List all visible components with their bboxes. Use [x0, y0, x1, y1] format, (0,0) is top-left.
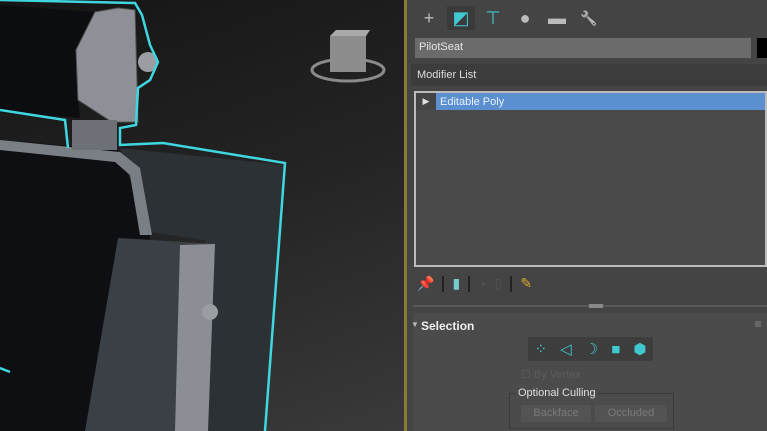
by-vertex-checkbox[interactable]: ☐ By Vertex — [521, 368, 581, 381]
vertex-icon[interactable]: ⁘ — [535, 340, 548, 358]
make-unique-icon[interactable]: ◔ — [478, 276, 486, 292]
command-panel-tabs: + ◩ ⊤ ● ▬ 🔧 — [415, 6, 603, 32]
show-end-result-icon[interactable]: ▮ — [452, 275, 460, 292]
hierarchy-icon: ⊤ — [485, 7, 501, 28]
modifier-stack[interactable]: ▶ Editable Poly — [414, 91, 767, 267]
seat-model[interactable] — [0, 0, 405, 431]
rollout-title[interactable]: Selection — [421, 319, 474, 333]
headrest-post — [72, 120, 117, 150]
tab-modify[interactable]: ◩ — [447, 6, 475, 30]
separator — [442, 275, 445, 292]
separator — [468, 275, 471, 292]
separator — [510, 275, 513, 292]
display-icon: ▬ — [548, 7, 566, 28]
by-vertex-label: By Vertex — [533, 369, 581, 381]
plus-icon: + — [423, 7, 435, 28]
backface-button[interactable]: Backface — [521, 405, 591, 422]
configure-modifier-sets-icon[interactable]: ✎ — [520, 275, 532, 292]
pin-stack-icon[interactable]: 📌 — [417, 275, 434, 292]
viewcube-icon[interactable] — [310, 30, 386, 83]
modify-icon: ◩ — [452, 7, 470, 28]
stack-toolbar: 📌 ▮ ◔ ▯ ✎ — [417, 275, 532, 292]
motion-icon: ● — [519, 7, 531, 28]
occluded-button[interactable]: Occluded — [595, 405, 667, 422]
tab-motion[interactable]: ● — [511, 6, 539, 30]
collapse-triangle-icon[interactable]: ▼ — [411, 320, 419, 329]
edge-icon[interactable]: ◁ — [560, 340, 572, 358]
object-color-swatch[interactable] — [757, 38, 767, 58]
stack-item-editable-poly[interactable]: ▶ Editable Poly — [416, 93, 765, 110]
armrest-bolt — [202, 304, 218, 320]
armrest-side — [175, 244, 215, 431]
tab-display[interactable]: ▬ — [543, 6, 571, 30]
remove-modifier-icon[interactable]: ▯ — [495, 275, 503, 292]
viewport[interactable] — [0, 0, 405, 431]
subobject-toolbar: ⁘ ◁ ☽ ■ ⬢ — [528, 337, 653, 361]
tab-create[interactable]: + — [415, 6, 443, 30]
resize-grip[interactable] — [589, 304, 603, 308]
command-panel: + ◩ ⊤ ● ▬ 🔧 PilotSeat Modifier List ▶ Ed… — [407, 0, 767, 431]
stack-item-label: Editable Poly — [440, 95, 505, 108]
tab-hierarchy[interactable]: ⊤ — [479, 6, 507, 30]
optional-culling-label: Optional Culling — [516, 387, 598, 399]
wrench-icon: 🔧 — [580, 9, 598, 26]
object-name-input[interactable]: PilotSeat — [415, 38, 751, 58]
selection-rollout: ▼ Selection ⁘ ◁ ☽ ■ ⬢ ☐ By Vertex Option… — [411, 313, 767, 431]
border-icon[interactable]: ☽ — [585, 340, 598, 358]
modifier-list-dropdown[interactable]: Modifier List — [411, 64, 767, 86]
expand-triangle-icon[interactable]: ▶ — [416, 93, 436, 110]
element-icon[interactable]: ⬢ — [633, 340, 646, 358]
tab-utilities[interactable]: 🔧 — [575, 6, 603, 30]
rollout-handle[interactable] — [755, 321, 761, 327]
polygon-icon[interactable]: ■ — [611, 341, 620, 358]
